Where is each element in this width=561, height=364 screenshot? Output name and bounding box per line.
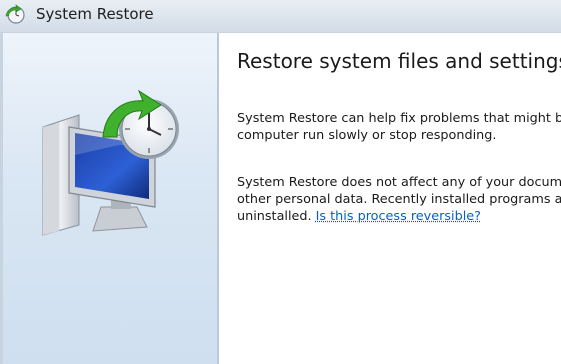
paragraph-line: computer run slowly or stop responding.	[237, 128, 497, 143]
paragraph-line: System Restore can help fix problems tha…	[237, 111, 561, 126]
wizard-window: Restore system files and settings System…	[0, 33, 561, 364]
wizard-sidebar	[3, 33, 219, 364]
paragraph-text: uninstalled.	[237, 209, 316, 224]
paragraph-line: System Restore does not affect any of yo…	[237, 175, 561, 190]
window-title: System Restore	[36, 5, 154, 23]
system-restore-clock-monitor-icon	[42, 89, 179, 236]
page-title: Restore system files and settings	[237, 49, 561, 73]
paragraph-line: other personal data. Recently installed …	[237, 192, 561, 207]
system-restore-icon	[5, 4, 25, 24]
wizard-content: Restore system files and settings System…	[219, 33, 561, 364]
is-process-reversible-link[interactable]: Is this process reversible?	[316, 209, 481, 224]
title-bar[interactable]: System Restore	[0, 0, 561, 33]
info-paragraph: System Restore does not affect any of yo…	[237, 174, 561, 225]
paragraph-line: uninstalled. Is this process reversible?	[237, 208, 561, 225]
intro-paragraph: System Restore can help fix problems tha…	[237, 110, 561, 144]
